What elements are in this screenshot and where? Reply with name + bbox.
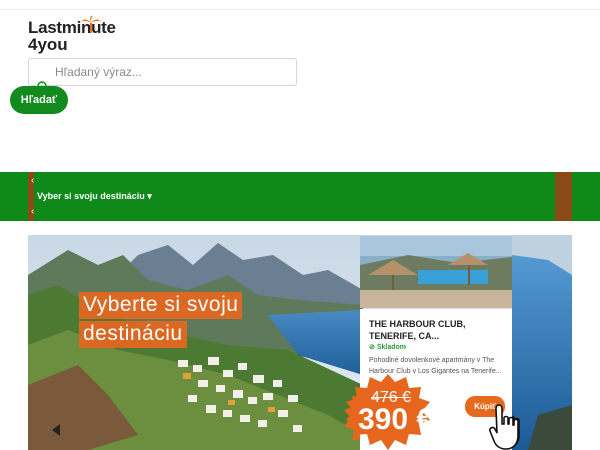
search-input[interactable] [28, 58, 297, 86]
headline-line2: destináciu [79, 321, 187, 348]
top-divider [0, 9, 600, 10]
navbar-right-accent [555, 172, 572, 221]
site-logo[interactable]: Lastminute 4you [28, 15, 148, 56]
logo-text-line2: 4you [28, 35, 68, 54]
caret-down-icon: ▾ [147, 191, 152, 201]
stock-status: ⊘ Skladom [369, 343, 406, 351]
carousel-prev-arrow[interactable] [52, 424, 60, 436]
new-price: 390 € [358, 403, 434, 436]
stock-status-label: Skladom [376, 344, 407, 351]
destination-dropdown[interactable]: Vyber si svoju destináciu ▾ [37, 191, 152, 202]
banner-headline: Vyberte si svoju destináciu [79, 292, 243, 348]
chevron-left-icon[interactable]: ‹ [31, 175, 34, 186]
headline-line1: Vyberte si svoju [79, 292, 243, 319]
search-button[interactable]: Hľadať [10, 86, 68, 114]
hand-cursor-icon [489, 404, 519, 450]
palm-tree-icon [81, 15, 101, 33]
offer-title[interactable]: THE HARBOUR CLUB, TENERIFE, CA... [369, 318, 509, 342]
chevron-left-icon[interactable]: ‹ [31, 206, 34, 217]
destination-dropdown-label: Vyber si svoju destináciu [37, 191, 145, 201]
check-circle-icon: ⊘ [369, 344, 375, 351]
